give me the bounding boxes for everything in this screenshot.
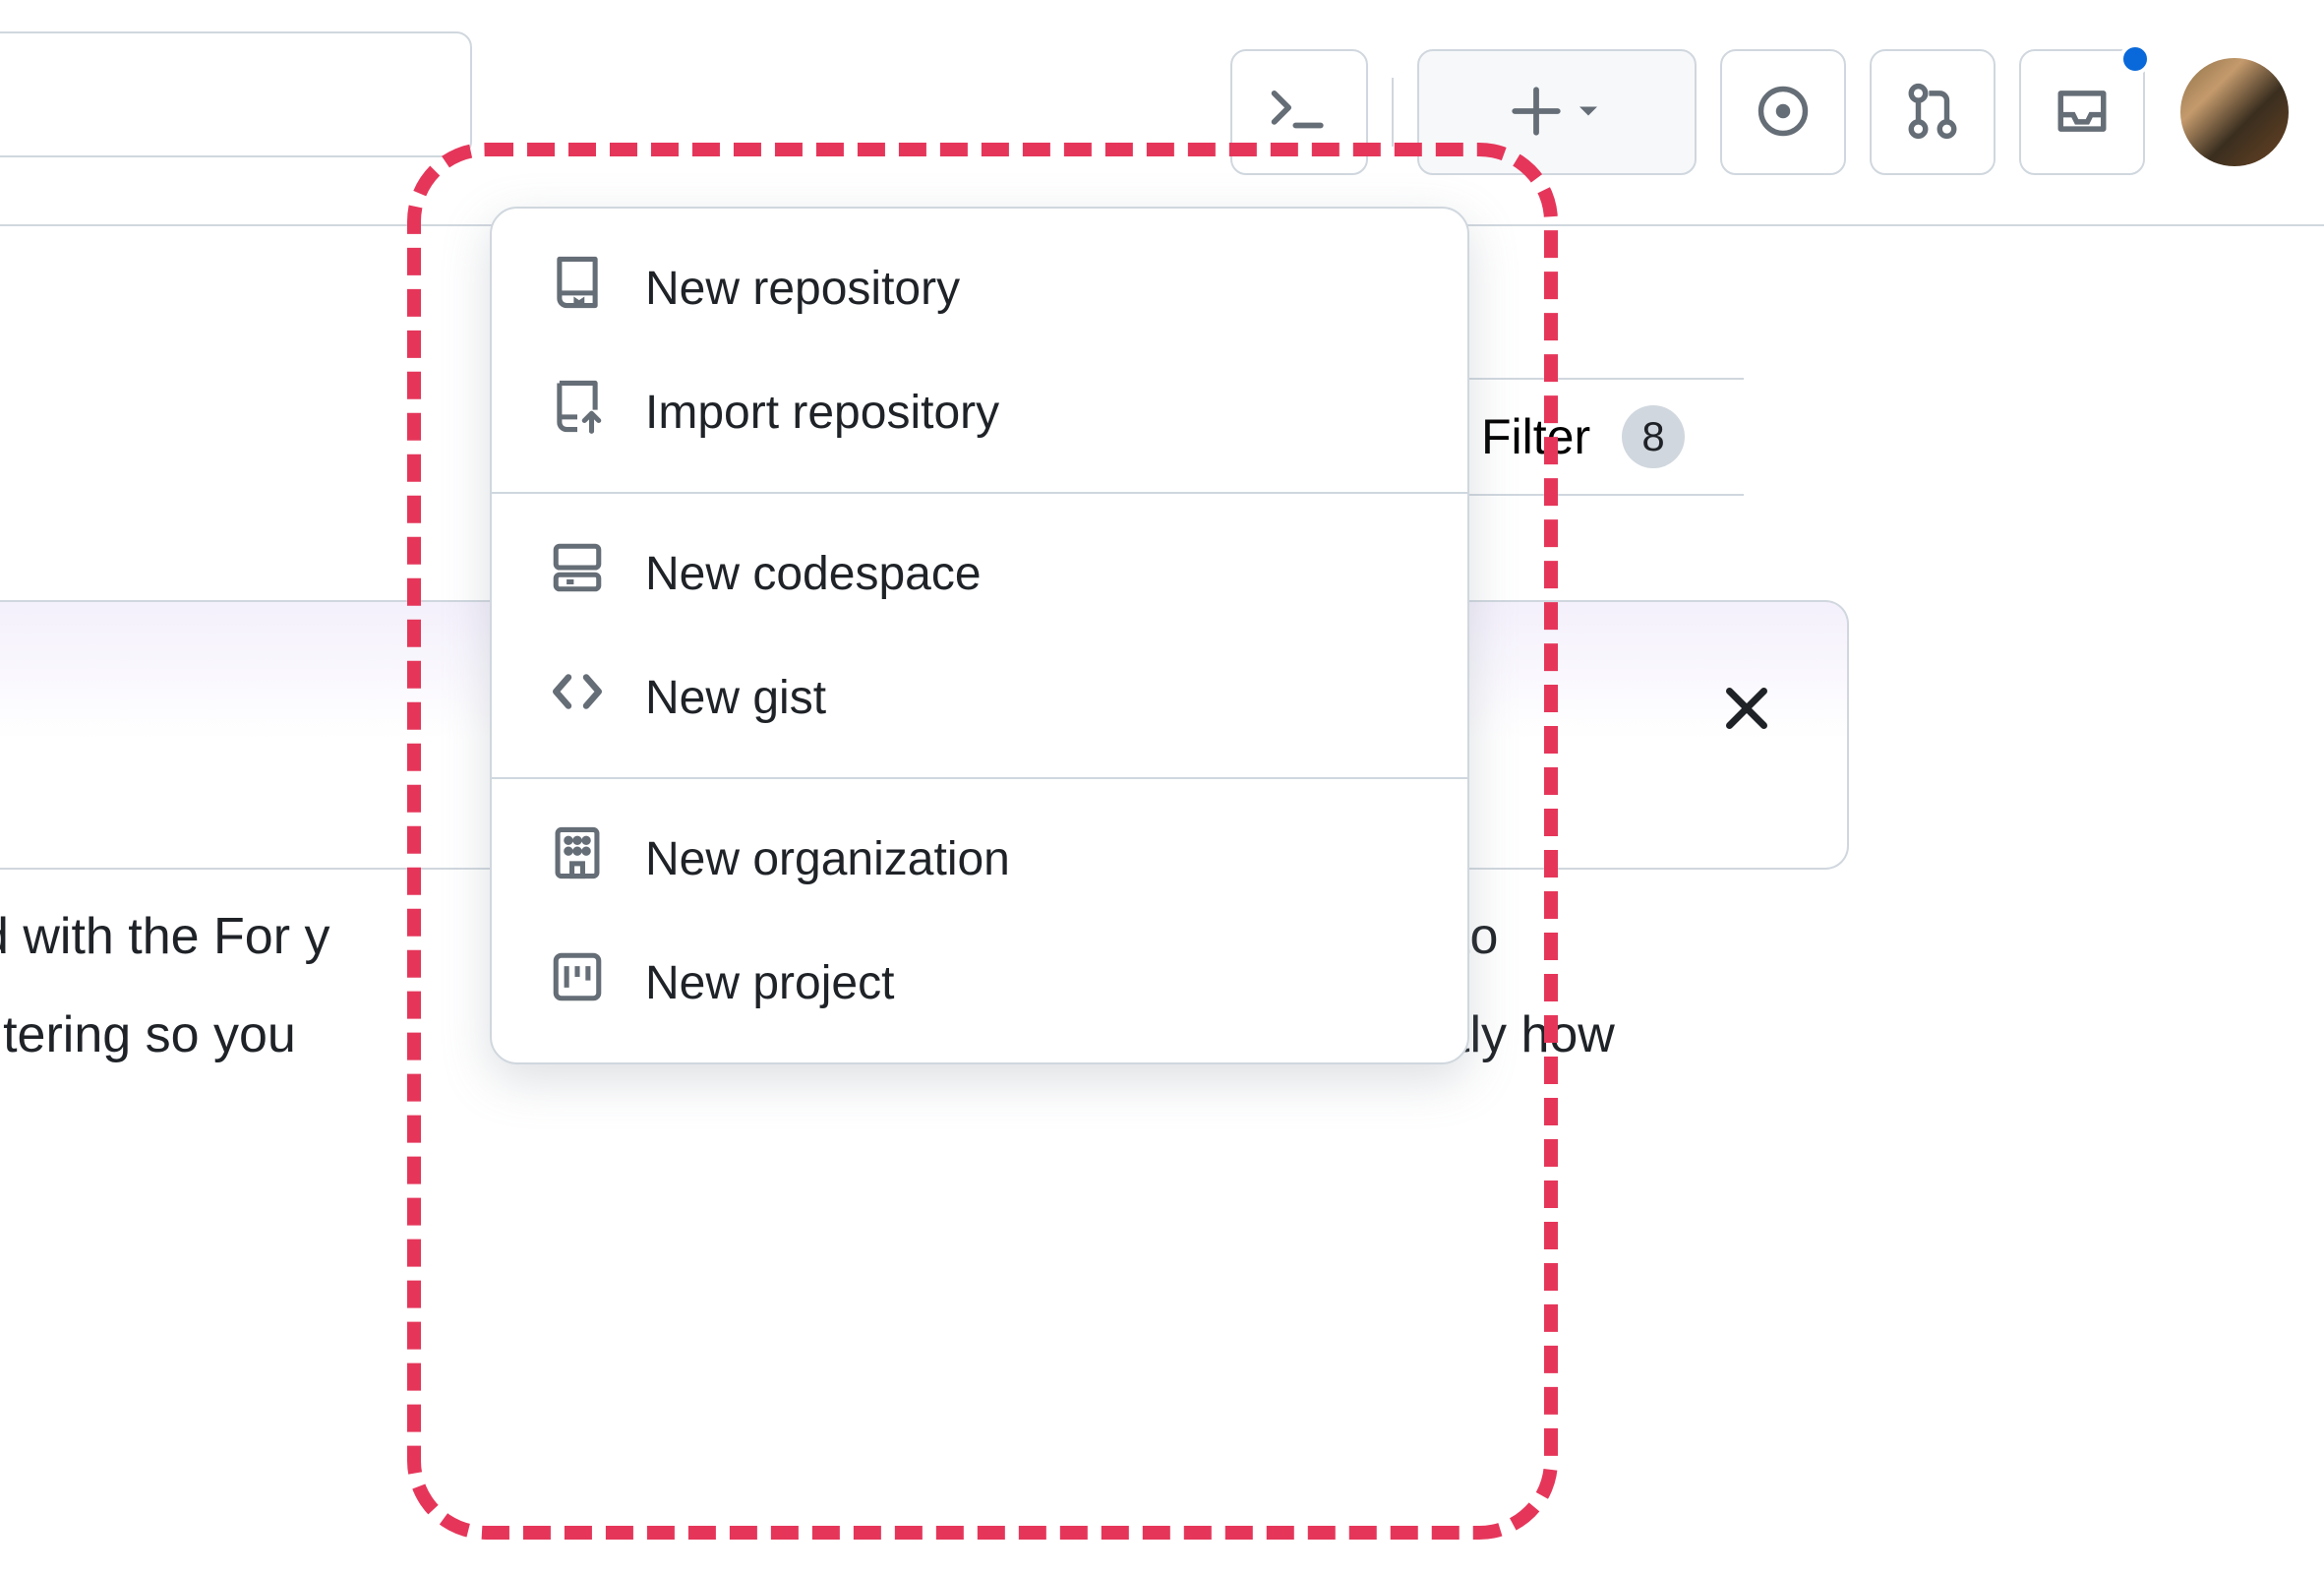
- menu-item-new-gist[interactable]: New gist: [492, 636, 1467, 759]
- pull-requests-button[interactable]: [1870, 49, 1996, 175]
- filter-count-badge: 8: [1622, 405, 1685, 468]
- announcement-text-fragment: iltering so you: [0, 996, 296, 1075]
- inbox-button[interactable]: [2019, 49, 2145, 175]
- toolbar-divider: [1392, 78, 1394, 147]
- menu-item-label: New codespace: [645, 547, 982, 601]
- filter-button[interactable]: Filter 8: [1440, 378, 1744, 496]
- command-palette-button[interactable]: [1230, 49, 1368, 175]
- issues-button[interactable]: [1720, 49, 1846, 175]
- menu-item-new-organization[interactable]: New organization: [492, 797, 1467, 921]
- menu-item-label: New project: [645, 956, 894, 1010]
- menu-item-label: Import repository: [645, 386, 999, 440]
- menu-item-label: New organization: [645, 832, 1010, 886]
- notification-indicator: [2119, 43, 2151, 75]
- top-toolbar: [0, 0, 2324, 226]
- plus-icon: [1508, 83, 1565, 143]
- menu-item-label: New repository: [645, 262, 960, 316]
- dropdown-section: New repository Import repository: [492, 209, 1467, 492]
- menu-item-import-repository[interactable]: Import repository: [492, 350, 1467, 474]
- menu-item-new-project[interactable]: New project: [492, 921, 1467, 1045]
- inbox-icon: [2054, 83, 2111, 143]
- dropdown-section: New organization New project: [492, 777, 1467, 1062]
- terminal-icon: [1271, 83, 1328, 143]
- codespaces-icon: [549, 539, 606, 608]
- menu-item-new-codespace[interactable]: New codespace: [492, 512, 1467, 636]
- menu-item-new-repository[interactable]: New repository: [492, 226, 1467, 350]
- code-icon: [549, 663, 606, 732]
- search-box[interactable]: [0, 31, 472, 157]
- project-icon: [549, 948, 606, 1017]
- close-announcement-button[interactable]: [1719, 681, 1774, 744]
- dropdown-section: New codespace New gist: [492, 492, 1467, 777]
- git-pull-request-icon: [1904, 83, 1961, 143]
- announcement-text-fragment: tly how: [1456, 996, 1615, 1075]
- repo-push-icon: [549, 378, 606, 447]
- close-icon: [1719, 707, 1774, 743]
- menu-item-label: New gist: [645, 671, 826, 725]
- organization-icon: [549, 824, 606, 893]
- issue-opened-icon: [1755, 83, 1812, 143]
- announcement-text-fragment: d with the For y: [0, 897, 329, 977]
- create-new-dropdown: New repository Import repository: [490, 207, 1469, 1064]
- user-avatar[interactable]: [2180, 58, 2289, 166]
- caret-down-icon: [1571, 93, 1606, 132]
- filter-label: Filter: [1481, 408, 1590, 465]
- create-new-button[interactable]: [1417, 49, 1697, 175]
- repo-icon: [549, 254, 606, 323]
